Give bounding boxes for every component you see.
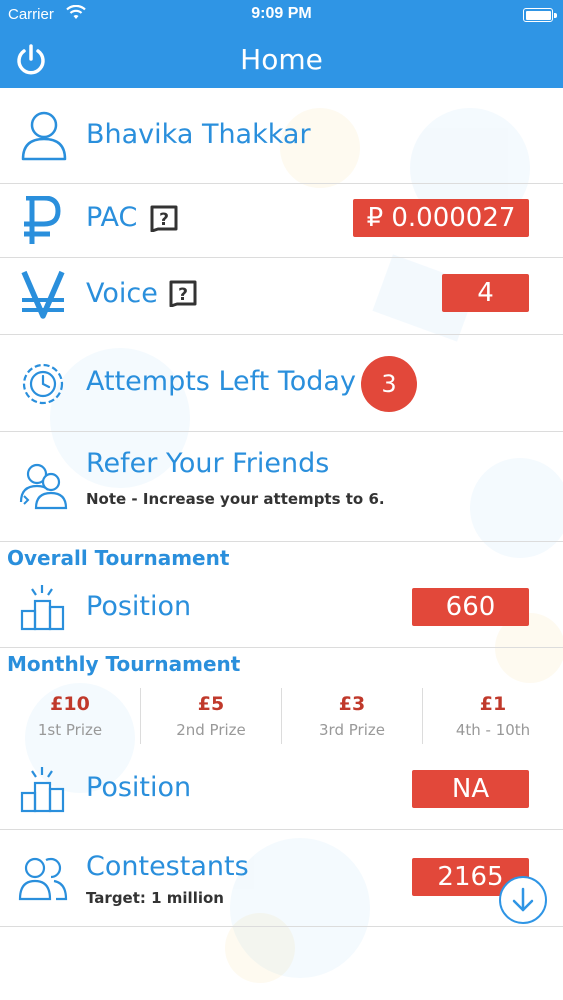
overall-tournament-heading: Overall Tournament (7, 546, 230, 570)
question-icon[interactable]: ? (168, 279, 198, 307)
status-bar: Carrier 9:09 PM (0, 0, 563, 30)
scroll-down-button[interactable] (499, 876, 547, 924)
clock-time: 9:09 PM (251, 5, 312, 22)
page-title: Home (240, 43, 323, 76)
friends-icon (19, 463, 68, 510)
question-icon[interactable]: ? (149, 204, 179, 232)
refer-friends-row[interactable]: Refer Your Friends Note - Increase your … (0, 432, 563, 542)
contestants-row: Contestants Target: 1 million 2165 (0, 830, 563, 927)
podium-icon (20, 585, 65, 631)
overall-position-value: 660 (412, 588, 529, 626)
overall-position-label: Position (86, 591, 192, 622)
user-icon (21, 111, 67, 161)
nav-bar: Home (0, 30, 563, 88)
attempts-label: Attempts Left Today (86, 366, 356, 397)
prize-label: 2nd Prize (176, 721, 246, 739)
monthly-position-label: Position (86, 772, 192, 803)
prize-list: £10 1st Prize £5 2nd Prize £3 3rd Prize … (0, 688, 563, 744)
podium-icon (20, 767, 65, 813)
refer-note: Note - Increase your attempts to 6. (86, 490, 385, 508)
prize-amount: £1 (479, 693, 507, 715)
battery-icon (523, 8, 557, 22)
voice-label: Voice (86, 278, 158, 309)
prize-item: £5 2nd Prize (141, 688, 281, 744)
contestants-note: Target: 1 million (86, 889, 224, 907)
prize-amount: £3 (338, 693, 366, 715)
ruble-icon (24, 196, 61, 244)
prize-item: £10 1st Prize (0, 688, 140, 744)
prize-amount: £5 (197, 693, 225, 715)
prize-amount: £10 (50, 693, 90, 715)
arrow-down-icon (512, 887, 534, 912)
user-name: Bhavika Thakkar (86, 119, 311, 150)
prize-item: £1 4th - 10th (423, 688, 563, 744)
voice-value: 4 (442, 274, 529, 312)
pac-value: ₽ 0.000027 (353, 199, 529, 237)
monthly-tournament-heading: Monthly Tournament (7, 652, 241, 676)
clock-icon (22, 363, 64, 405)
prize-label: 3rd Prize (319, 721, 385, 739)
refer-label: Refer Your Friends (86, 448, 330, 479)
prize-label: 1st Prize (37, 721, 103, 739)
pac-label: PAC (86, 202, 138, 233)
svg-text:?: ? (178, 285, 188, 305)
voice-row: Voice ? 4 (0, 258, 563, 335)
profile-row[interactable]: Bhavika Thakkar (0, 88, 563, 184)
overall-position-row: Position 660 (0, 575, 563, 648)
prize-label: 4th - 10th (455, 721, 531, 739)
contestants-label: Contestants (86, 851, 249, 882)
contestants-icon (18, 857, 68, 901)
prize-item: £3 3rd Prize (282, 688, 422, 744)
pac-row: PAC ? ₽ 0.000027 (0, 184, 563, 258)
attempts-count: 3 (361, 356, 417, 412)
monthly-position-row: Position NA (0, 752, 563, 830)
attempts-row: Attempts Left Today 3 (0, 335, 563, 432)
yen-icon (21, 270, 65, 319)
svg-text:?: ? (159, 210, 169, 230)
monthly-position-value: NA (412, 770, 529, 808)
